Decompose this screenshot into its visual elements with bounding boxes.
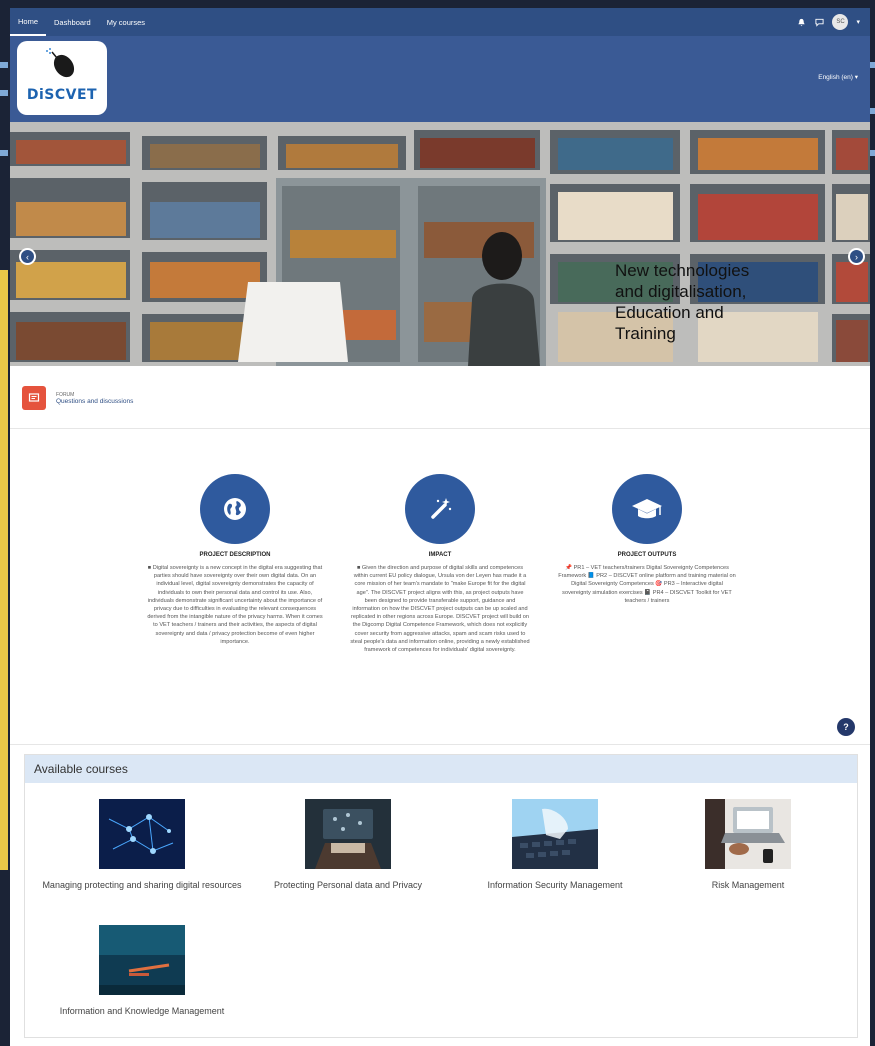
- backdrop-yellow-stripe: [0, 270, 8, 870]
- course-title[interactable]: Protecting Personal data and Privacy: [238, 879, 458, 891]
- course-thumbnail[interactable]: [705, 799, 791, 869]
- course-card[interactable]: Protecting Personal data and Privacy: [238, 799, 458, 891]
- course-card[interactable]: Information Security Management: [445, 799, 665, 891]
- project-outputs-text: 📌 PR1 – VET teachers/trainers Digital So…: [558, 565, 736, 604]
- site-logo[interactable]: DiSCVET: [17, 41, 107, 115]
- section-divider: [10, 744, 870, 745]
- impact-badge: [405, 474, 475, 544]
- project-description-badge: [200, 474, 270, 544]
- forum-icon: [22, 386, 46, 410]
- section-divider: [10, 428, 870, 429]
- course-title[interactable]: Risk Management: [638, 879, 858, 891]
- logo-text: DiSCVET: [26, 87, 98, 103]
- project-description-text: ■ Digital sovereignty is a new concept i…: [147, 565, 323, 645]
- course-card[interactable]: Information and Knowledge Management: [32, 925, 252, 1017]
- hero-carousel: New technologies and digitalisation, Edu…: [10, 122, 870, 366]
- hero-caption: New technologies and digitalisation, Edu…: [615, 260, 835, 344]
- forum-name-link[interactable]: Questions and discussions: [56, 398, 133, 405]
- chat-icon[interactable]: [814, 17, 824, 27]
- available-courses-heading: Available courses: [25, 755, 857, 783]
- impact-section: IMPACT ■ Given the direction and purpose…: [350, 474, 530, 654]
- chevron-right-icon: ›: [855, 251, 858, 262]
- forum-text: FORUM Questions and discussions: [56, 392, 133, 405]
- hero-caption-line: Training: [615, 324, 676, 343]
- mouse-logo-icon: [46, 48, 75, 78]
- magic-wand-icon: [431, 498, 452, 519]
- backdrop-dot: [0, 150, 8, 156]
- course-thumbnail[interactable]: [99, 925, 185, 995]
- nav-dashboard[interactable]: Dashboard: [46, 8, 99, 36]
- course-thumbnail[interactable]: [512, 799, 598, 869]
- forum-activity[interactable]: FORUM Questions and discussions: [22, 386, 133, 410]
- project-outputs-badge: [612, 474, 682, 544]
- help-button[interactable]: ?: [837, 718, 855, 736]
- carousel-next-button[interactable]: ›: [848, 248, 865, 265]
- project-description-title: PROJECT DESCRIPTION: [199, 552, 271, 558]
- course-card[interactable]: Managing protecting and sharing digital …: [32, 799, 252, 891]
- course-title[interactable]: Information Security Management: [445, 879, 665, 891]
- hero-caption-line: and digitalisation,: [615, 282, 747, 301]
- user-avatar[interactable]: SC: [832, 14, 849, 30]
- bell-icon[interactable]: [796, 17, 806, 27]
- globe-icon: [224, 498, 246, 520]
- course-title[interactable]: Information and Knowledge Management: [32, 1005, 252, 1017]
- backdrop-dot: [0, 62, 8, 68]
- top-navbar: Home Dashboard My courses SC ▾: [10, 8, 870, 36]
- course-card[interactable]: Risk Management: [638, 799, 858, 891]
- site-header: DiSCVET English (en) ▾: [10, 36, 870, 122]
- course-thumbnail[interactable]: [305, 799, 391, 869]
- impact-title: IMPACT: [428, 552, 452, 558]
- hero-caption-line: New technologies: [615, 261, 750, 280]
- backdrop-dot: [0, 90, 8, 96]
- nav-home[interactable]: Home: [10, 8, 47, 36]
- course-thumbnail[interactable]: [99, 799, 185, 869]
- user-menu-caret-icon[interactable]: ▾: [856, 18, 860, 26]
- nav-user-area: SC ▾: [796, 14, 870, 30]
- graduation-cap-icon: [632, 499, 662, 519]
- project-description-section: PROJECT DESCRIPTION ■ Digital sovereignt…: [145, 474, 325, 646]
- course-title[interactable]: Managing protecting and sharing digital …: [32, 879, 252, 891]
- hero-caption-line: Education and: [615, 303, 724, 322]
- browser-page: Home Dashboard My courses SC ▾ DiSCVET E…: [10, 8, 870, 1046]
- language-select[interactable]: English (en) ▾: [818, 73, 858, 81]
- available-courses-panel: Available courses Managing protecting an…: [24, 754, 858, 1038]
- carousel-prev-button[interactable]: ‹: [19, 248, 36, 265]
- project-outputs-section: PROJECT OUTPUTS 📌 PR1 – VET teachers/tra…: [557, 474, 737, 605]
- chevron-left-icon: ‹: [26, 251, 29, 262]
- impact-text: ■ Given the direction and purpose of dig…: [350, 565, 530, 654]
- project-outputs-title: PROJECT OUTPUTS: [617, 552, 677, 558]
- nav-my-courses[interactable]: My courses: [99, 8, 153, 36]
